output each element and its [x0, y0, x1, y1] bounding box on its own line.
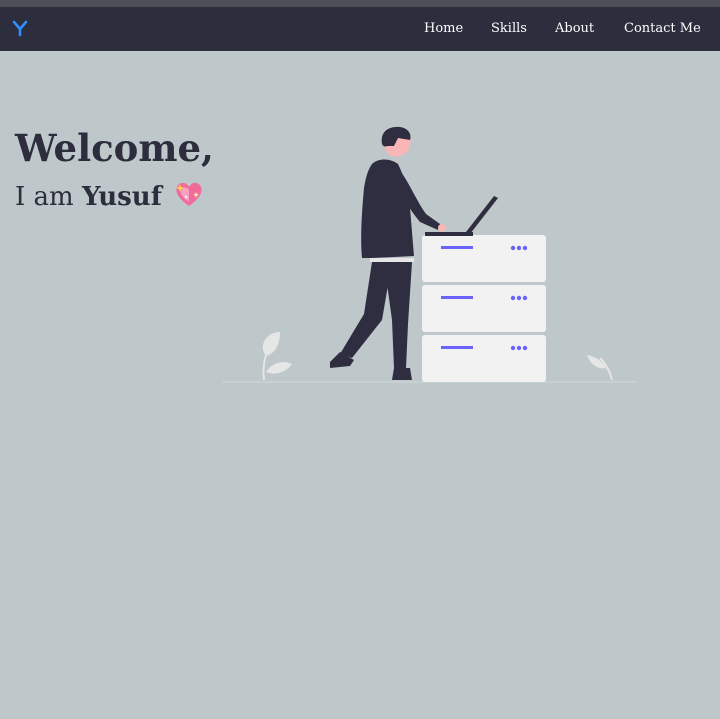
server-rack-icon — [422, 235, 546, 382]
hero-illustration — [222, 124, 642, 386]
hero-subtitle-prefix: I am — [15, 182, 74, 212]
hero-name: Yusuf — [81, 182, 162, 212]
nav-link-home[interactable]: Home — [424, 21, 463, 36]
sparkling-heart-icon — [174, 180, 204, 215]
y-logo-icon[interactable] — [12, 18, 28, 38]
hero-title: Welcome, — [15, 126, 214, 170]
hero-subtitle: I am Yusuf — [15, 180, 204, 215]
plant-left-icon — [262, 332, 292, 381]
nav-link-skills[interactable]: Skills — [491, 21, 527, 36]
laptop-icon — [425, 196, 498, 236]
browser-top-strip — [0, 0, 720, 7]
navbar: Home Skills About Contact Me — [0, 7, 720, 51]
plant-right-icon — [587, 355, 613, 381]
nav-link-about[interactable]: About — [555, 21, 594, 36]
nav-link-contact[interactable]: Contact Me — [624, 21, 701, 36]
